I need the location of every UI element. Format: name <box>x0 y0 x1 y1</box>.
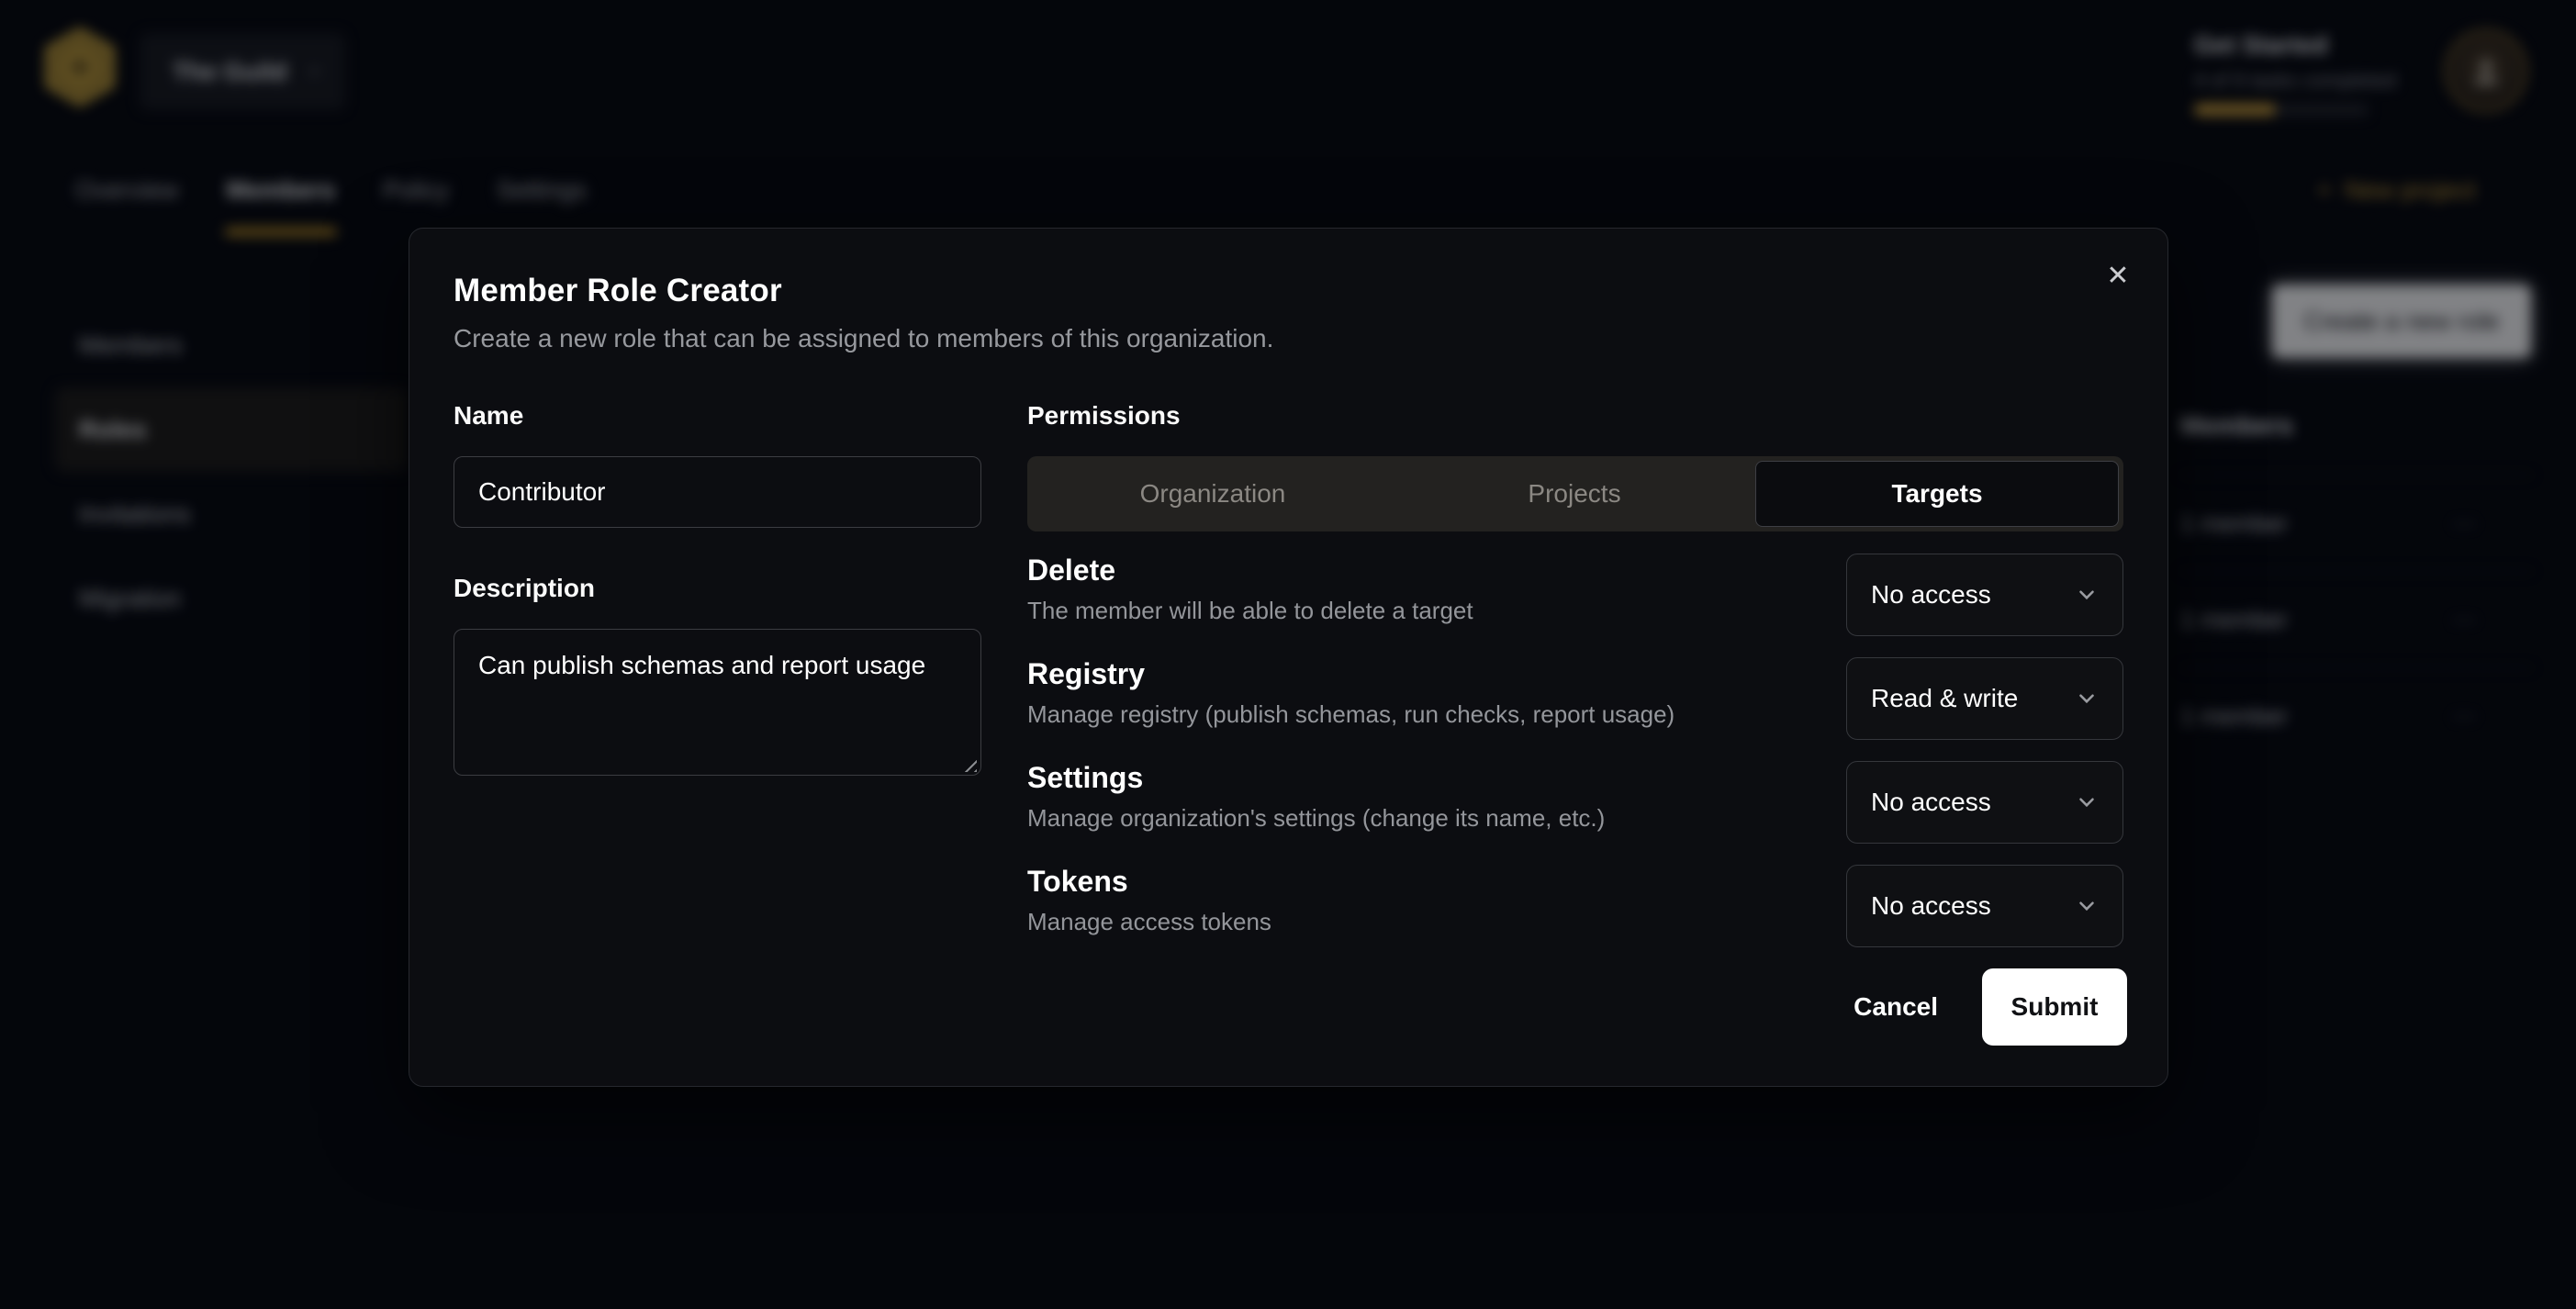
settings-access-select[interactable]: No access <box>1846 761 2123 844</box>
chevron-down-icon <box>2075 583 2099 607</box>
submit-button[interactable]: Submit <box>1982 968 2127 1046</box>
permissions-column: Permissions Organization Projects Target… <box>1027 401 2123 968</box>
cancel-button[interactable]: Cancel <box>1854 992 1938 1022</box>
chevron-down-icon <box>2075 894 2099 918</box>
member-role-creator-dialog: ✕ Member Role Creator Create a new role … <box>409 228 2168 1087</box>
tokens-access-select[interactable]: No access <box>1846 865 2123 947</box>
permission-description: Manage access tokens <box>1027 908 1271 936</box>
dialog-body: Name Description Can publish schemas and… <box>454 401 2123 968</box>
permission-row-settings: Settings Manage organization's settings … <box>1027 761 2123 845</box>
role-identity-column: Name Description Can publish schemas and… <box>454 401 981 968</box>
permission-row-tokens: Tokens Manage access tokens No access <box>1027 865 2123 948</box>
selected-value: No access <box>1871 788 1991 817</box>
permissions-scope-tabs: Organization Projects Targets <box>1027 456 2123 531</box>
permission-title: Delete <box>1027 554 1473 587</box>
scope-tab-organization[interactable]: Organization <box>1032 461 1394 527</box>
delete-access-select[interactable]: No access <box>1846 554 2123 636</box>
permissions-label: Permissions <box>1027 401 2123 431</box>
registry-access-select[interactable]: Read & write <box>1846 657 2123 740</box>
permission-title: Tokens <box>1027 865 1271 899</box>
chevron-down-icon <box>2075 790 2099 814</box>
permission-rows: Delete The member will be able to delete… <box>1027 554 2123 948</box>
permission-info: Delete The member will be able to delete… <box>1027 554 1473 625</box>
dialog-title: Member Role Creator <box>454 273 2123 309</box>
permission-info: Settings Manage organization's settings … <box>1027 761 1605 833</box>
selected-value: No access <box>1871 580 1991 610</box>
permission-description: Manage registry (publish schemas, run ch… <box>1027 700 1674 729</box>
selected-value: Read & write <box>1871 684 2018 713</box>
role-name-input[interactable] <box>454 456 981 528</box>
description-label: Description <box>454 574 981 603</box>
name-label: Name <box>454 401 981 431</box>
permission-info: Registry Manage registry (publish schema… <box>1027 657 1674 729</box>
permission-description: The member will be able to delete a targ… <box>1027 597 1473 625</box>
scope-tab-projects[interactable]: Projects <box>1394 461 1755 527</box>
selected-value: No access <box>1871 891 1991 921</box>
dialog-subtitle: Create a new role that can be assigned t… <box>454 324 2123 353</box>
permission-description: Manage organization's settings (change i… <box>1027 804 1605 833</box>
permission-title: Registry <box>1027 657 1674 691</box>
permission-row-delete: Delete The member will be able to delete… <box>1027 554 2123 637</box>
permission-info: Tokens Manage access tokens <box>1027 865 1271 936</box>
description-field-wrap: Can publish schemas and report usage <box>454 629 981 780</box>
role-description-textarea[interactable]: Can publish schemas and report usage <box>454 629 981 776</box>
app-window: The Guild ⌄ Get Started 4 of 9 tasks com… <box>0 0 2576 1309</box>
permission-row-registry: Registry Manage registry (publish schema… <box>1027 657 2123 741</box>
scope-tab-targets[interactable]: Targets <box>1755 461 2119 527</box>
chevron-down-icon <box>2075 687 2099 710</box>
permission-title: Settings <box>1027 761 1605 795</box>
dialog-actions: Cancel Submit <box>1854 968 2127 1046</box>
close-icon[interactable]: ✕ <box>2098 256 2138 296</box>
